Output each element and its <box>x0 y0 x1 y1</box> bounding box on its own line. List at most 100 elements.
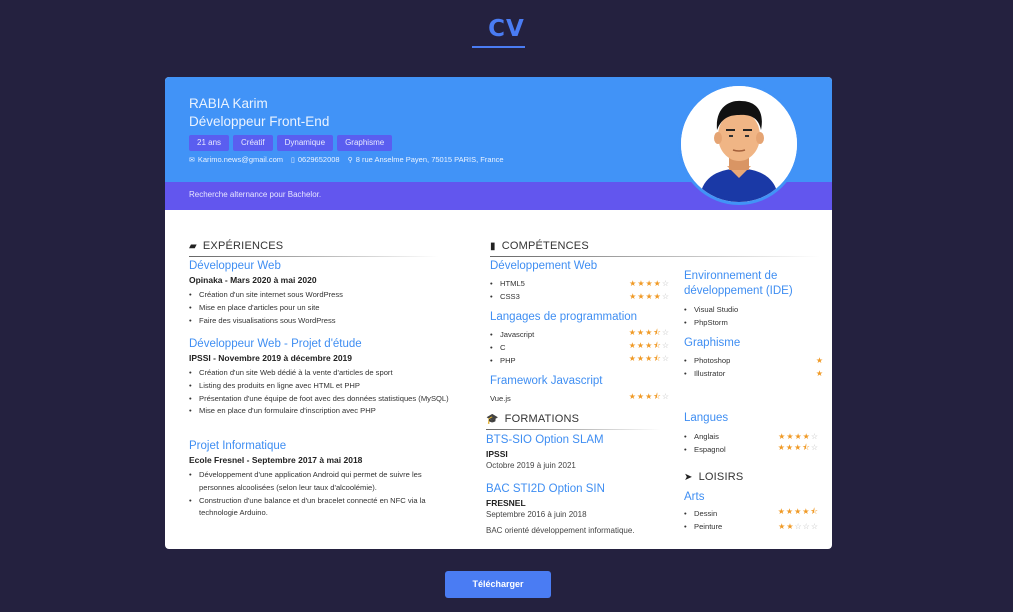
rating-stars: ★★★★☆ <box>629 292 670 301</box>
download-button[interactable]: Télécharger <box>445 571 551 598</box>
formation-title: BAC STI2D Option SIN <box>486 483 605 495</box>
star-icon: ★ <box>636 354 646 363</box>
avatar-illustration <box>681 86 797 202</box>
formation-school: IPSSI <box>486 449 508 459</box>
job-title: Développeur Web <box>189 260 281 272</box>
paper-plane-icon: ➤ <box>684 471 693 483</box>
skill-label: Javascript <box>490 330 534 339</box>
tag: Dynamique <box>276 135 334 151</box>
rating-stars: ★★★⯪☆ <box>629 340 670 354</box>
star-icon: ☆ <box>661 392 670 401</box>
pin-icon: ⚲ <box>347 157 353 164</box>
clipboard-icon: ▮ <box>490 240 496 252</box>
skill-row: Visual Studio <box>684 303 824 315</box>
skill-label: CSS3 <box>490 292 520 301</box>
skill-row: CSS3 ★★★★☆ <box>490 290 670 302</box>
star-icon: ★ <box>653 278 662 288</box>
page-heading: CV <box>0 16 1013 48</box>
contact-phone[interactable]: ▯ 0629652008 <box>291 155 340 164</box>
contact-email[interactable]: ✉ Karimo.news@gmail.com <box>189 155 283 164</box>
star-icon: ☆ <box>661 291 670 301</box>
profile-tags: 21 ans Créatif Dynamique Graphisme <box>189 135 393 151</box>
skill-row: C ★★★⯪☆ <box>490 341 670 353</box>
graduation-cap-icon: 🎓 <box>486 413 499 425</box>
list-item: Mise en place d'un formulaire d'inscript… <box>189 405 459 418</box>
formation-school: FRESNEL <box>486 498 526 508</box>
skill-group-graphics: Graphisme <box>684 337 741 349</box>
candidate-name: RABIA Karim <box>189 96 268 111</box>
star-icon: ★ <box>628 328 637 337</box>
page-title: CV <box>488 16 525 42</box>
star-icon: ★ <box>785 443 795 452</box>
section-divider <box>189 256 439 257</box>
star-icon: ⯪ <box>653 341 662 350</box>
skill-group-programming: Langages de programmation <box>490 311 638 323</box>
rating-stars: ★★★★☆ <box>629 279 670 288</box>
skills-title: COMPÉTENCES <box>501 240 589 252</box>
rating-stars: ★★★★⯪ <box>778 506 819 520</box>
skill-label: HTML5 <box>490 279 525 288</box>
skill-label: Vue.js <box>490 393 511 403</box>
formation-date: Octobre 2019 à juin 2021 <box>486 461 576 470</box>
star-icon: ⯪ <box>802 443 811 452</box>
rating-stars: ★★☆☆☆ <box>778 522 819 531</box>
rating-star: ★ <box>815 368 824 378</box>
star-icon: ★ <box>645 291 654 301</box>
rating-stars: ★★★⯪☆ <box>778 442 819 456</box>
skill-row: Photoshop ★ <box>684 354 824 366</box>
skill-group-framework: Framework Javascript <box>490 375 603 387</box>
star-icon: ★ <box>636 328 646 337</box>
star-icon: ★ <box>653 291 662 301</box>
skills-heading: ▮ COMPÉTENCES <box>490 240 589 252</box>
hobbies-title: LOISIRS <box>698 471 744 483</box>
skill-group-languages: Langues <box>684 412 729 424</box>
skill-label: Espagnol <box>684 445 726 454</box>
star-icon: ★ <box>802 431 811 441</box>
star-icon: ★ <box>628 392 637 401</box>
skill-label: Visual Studio <box>684 305 738 314</box>
star-icon: ☆ <box>794 521 803 531</box>
star-icon: ☆ <box>661 354 670 363</box>
skill-group-web: Développement Web <box>490 260 598 272</box>
title-underline <box>472 46 525 48</box>
address-text: 8 rue Anselme Payen, 75015 PARIS, France <box>355 155 504 164</box>
star-icon: ⯪ <box>810 507 819 516</box>
star-icon: ⯪ <box>653 328 662 337</box>
star-icon: ☆ <box>810 431 819 441</box>
star-icon: ★ <box>794 431 803 441</box>
tag: Créatif <box>233 135 273 151</box>
job-bullets: Développement d'une application Android … <box>189 469 459 520</box>
skill-row: Espagnol ★★★⯪☆ <box>684 443 819 455</box>
rating-stars: ★★★★☆ <box>778 432 819 441</box>
star-icon: ☆ <box>661 328 670 337</box>
skill-group-ide: Environnement de développement (IDE) <box>684 269 793 299</box>
star-icon: ★ <box>636 392 646 401</box>
star-icon: ★ <box>636 341 646 350</box>
phone-text: 0629652008 <box>297 155 340 164</box>
list-item: Faire des visualisations sous WordPress <box>189 315 449 328</box>
rating-stars: ★★★⯪☆ <box>629 353 670 367</box>
job-company: IPSSI - Novembre 2019 à décembre 2019 <box>189 353 353 363</box>
section-divider <box>490 256 820 257</box>
star-icon: ★ <box>777 443 786 452</box>
skill-row: PHP ★★★⯪☆ <box>490 354 670 366</box>
skill-label: Photoshop <box>684 356 730 365</box>
ide-title-line1: Environnement de <box>684 270 778 282</box>
skill-row: Vue.js ★★★⯪☆ <box>490 392 670 404</box>
star-icon: ★ <box>645 278 654 288</box>
skill-label: C <box>490 343 505 352</box>
experiences-title: EXPÉRIENCES <box>202 240 284 252</box>
list-item: Listing des produits en ligne avec HTML … <box>189 380 459 393</box>
star-icon: ⯪ <box>653 392 662 401</box>
skill-label: PhpStorm <box>684 318 728 327</box>
skill-row: Anglais ★★★★☆ <box>684 430 819 442</box>
hobby-label: Peinture <box>684 522 722 531</box>
rating-stars: ★★★⯪☆ <box>629 391 670 405</box>
skill-label: Illustrator <box>684 369 725 378</box>
briefcase-icon: ▰ <box>189 240 197 252</box>
experiences-heading: ▰ EXPÉRIENCES <box>189 240 283 252</box>
formations-title: FORMATIONS <box>504 413 580 425</box>
hobbies-heading: ➤ LOISIRS <box>684 471 743 483</box>
formations-heading: 🎓 FORMATIONS <box>486 413 579 425</box>
tag: Graphisme <box>337 135 393 151</box>
